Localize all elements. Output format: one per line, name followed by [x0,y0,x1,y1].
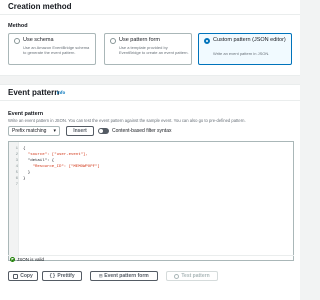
code-line: } [23,177,26,181]
option-title: Use pattern form [119,37,160,43]
event-pattern-description: Write an event pattern in JSON. You can … [8,118,246,123]
form-icon: ▤ [99,273,103,279]
line-number: 5 [15,171,18,175]
creation-method-title: Creation method [8,2,72,11]
code-line: "source": ["user-event"], [23,153,88,157]
code-line: } [23,171,31,175]
line-number: 2 [15,153,18,157]
prettify-button[interactable]: {} Prettify [42,271,82,281]
option-custom-pattern[interactable]: Custom pattern (JSON editor) Write an ev… [198,33,292,65]
toggle-label: Content-based filter syntax [112,128,172,134]
editor-gutter: 1 2 3 4 5 6 7 [9,142,19,260]
event-pattern-title: Event pattern [8,88,60,97]
creation-method-panel: Creation method Method Use schema Use an… [0,0,300,76]
event-pattern-panel: Event pattern Info Event pattern Write a… [0,84,300,300]
json-editor[interactable]: 1 2 3 4 5 6 7 { "source": ["user-event"]… [8,141,294,261]
validation-status: JSON is valid [8,255,294,262]
copy-button[interactable]: Copy [8,271,38,281]
radio-selected-icon[interactable] [204,38,210,44]
button-label: Test pattern [181,273,210,279]
braces-icon: {} [49,273,56,279]
code-line: "Resource_ID": ["MEMOWPOPF"] [23,165,100,169]
content-filter-toggle[interactable] [98,128,109,134]
option-use-pattern-form[interactable]: Use pattern form Use a template provided… [104,33,192,65]
line-number: 4 [15,165,18,169]
option-title: Use schema [23,37,54,43]
radio-icon[interactable] [110,38,116,44]
line-number: 6 [15,177,18,181]
chevron-down-icon: ▾ [53,128,56,134]
option-description: Use a template provided by EventBridge t… [119,45,189,55]
line-number: 1 [15,147,18,151]
button-label: Prettify [57,273,75,279]
divider [0,14,300,15]
test-pattern-button[interactable]: Test pattern [166,271,218,281]
check-circle-icon [10,256,15,262]
option-title: Custom pattern (JSON editor) [213,37,286,43]
code-line: "detail": { [23,159,55,163]
test-icon [174,273,180,279]
line-number: 3 [15,159,18,163]
event-pattern-field-label: Event pattern [8,111,44,117]
match-type-select[interactable]: Prefix matching ▾ [8,126,60,136]
event-pattern-form-button[interactable]: ▤ Event pattern form [90,271,158,281]
method-label: Method [8,23,28,29]
divider [0,100,300,101]
status-text: JSON is valid [17,256,45,262]
option-use-schema[interactable]: Use schema Use an Amazon EventBridge sch… [8,33,96,65]
select-value: Prefix matching [12,128,47,134]
code-line: { [23,147,26,151]
copy-icon [13,273,19,279]
option-description: Write an event pattern in JSON. [213,51,270,56]
button-label: Event pattern form [104,273,149,279]
button-label: Copy [20,273,33,279]
info-link[interactable]: Info [57,90,65,95]
option-description: Use an Amazon EventBridge schema to gene… [23,45,90,55]
insert-button[interactable]: Insert [66,126,94,136]
line-number: 7 [15,183,18,187]
radio-icon[interactable] [14,38,20,44]
